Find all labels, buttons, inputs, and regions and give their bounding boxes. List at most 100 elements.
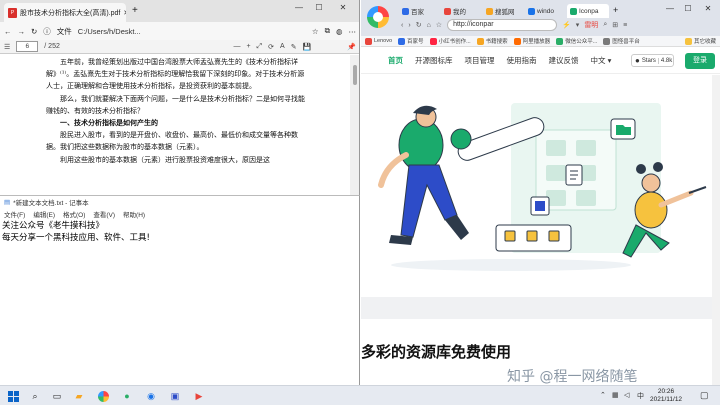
pdf-file-icon: P (8, 7, 17, 18)
app-icon[interactable]: ▣ (168, 389, 182, 403)
maximize-icon[interactable]: ☐ (679, 4, 697, 13)
bookmark-icon (365, 37, 372, 45)
start-button-icon[interactable] (6, 389, 20, 403)
nav-feedback[interactable]: 建议反馈 (549, 55, 579, 66)
draw-icon[interactable]: ✎ (291, 43, 297, 51)
save-icon[interactable]: 💾 (303, 43, 312, 51)
bookmark-item[interactable]: 图怪兽平台 (603, 37, 640, 45)
windows-taskbar: ⌕ ▭ ▰ ● ◉ ▣ ▶ ⌃ ▦ ◁ 中 20:26 2021/11/12 ▢ (0, 385, 720, 405)
contents-icon[interactable]: ☰ (4, 43, 10, 51)
maximize-icon[interactable]: ☐ (310, 3, 328, 12)
menu-edit[interactable]: 编辑(E) (33, 209, 55, 219)
browser-tab[interactable]: windo (525, 4, 565, 18)
favorite-icon[interactable]: ☆ (312, 27, 319, 36)
home-icon[interactable]: ⌂ (427, 22, 431, 29)
menu-format[interactable]: 格式(O) (63, 209, 85, 219)
bookmark-item[interactable]: 其它收藏 (684, 37, 716, 45)
url-field[interactable]: http://iconpar (447, 19, 558, 31)
edge-icon[interactable]: ◉ (144, 389, 158, 403)
login-button[interactable]: 登录 (685, 53, 715, 69)
ime-indicator[interactable]: 中 (637, 391, 644, 401)
bookmark-item[interactable]: 阿里播放器 (513, 37, 551, 45)
browser-logo-icon[interactable] (367, 6, 389, 28)
new-tab-icon[interactable]: + (613, 5, 618, 15)
profile-icon[interactable]: ◍ (336, 27, 343, 36)
forward-icon[interactable]: → (18, 27, 26, 36)
info-icon: ⓘ (43, 26, 51, 36)
page-total: / 252 (44, 43, 60, 50)
back-icon[interactable]: ‹ (401, 22, 403, 29)
file-explorer-icon[interactable]: ▰ (72, 389, 86, 403)
rotate-icon[interactable]: ⟳ (268, 43, 274, 51)
tray-chevron-icon[interactable]: ⌃ (600, 391, 606, 399)
wechat-icon[interactable]: ● (120, 389, 134, 403)
search-hint[interactable]: 雷明 (584, 20, 598, 30)
bookmark-item[interactable]: 微信公众平... (556, 37, 597, 45)
refresh-icon[interactable]: ↻ (31, 27, 37, 36)
bookmark-label: 书籍搜索 (485, 39, 508, 45)
minimize-icon[interactable]: — (290, 3, 308, 12)
notepad-title: *新建文本文档.txt - 记事本 (13, 200, 89, 207)
browser-tab[interactable]: 我的 (441, 4, 481, 18)
tab-close-icon[interactable]: ✕ (123, 9, 126, 17)
collections-icon[interactable]: ⧉ (325, 26, 330, 36)
task-view-icon[interactable]: ▭ (50, 389, 64, 403)
nav-home[interactable]: 首页 (388, 55, 403, 66)
hero-illustration (361, 75, 720, 297)
scroll-thumb[interactable] (353, 65, 357, 85)
bookmark-item[interactable]: 小红书创作... (429, 37, 471, 45)
page-number-input[interactable]: 6 (16, 41, 39, 52)
bookmark-icon (603, 37, 611, 45)
bookmark-item[interactable]: 百家号 (398, 37, 424, 45)
more-icon[interactable]: ⋯ (349, 27, 357, 36)
fit-page-icon[interactable]: ⤢ (257, 43, 263, 51)
bookmark-item[interactable]: 书籍搜索 (476, 37, 508, 45)
browser-tab[interactable]: 百家 (399, 4, 439, 18)
close-icon[interactable]: ✕ (699, 4, 717, 13)
search-icon[interactable]: ⌕ (28, 389, 42, 403)
zoom-in-icon[interactable]: + (246, 43, 250, 50)
browser-taskbar-icon[interactable] (96, 389, 110, 403)
media-player-icon[interactable]: ▶ (192, 389, 206, 403)
new-tab-icon[interactable]: + (132, 5, 138, 16)
menu-file[interactable]: 文件(F) (4, 209, 25, 219)
back-icon[interactable]: ← (4, 27, 12, 36)
tab-label: 百家 (411, 9, 424, 16)
minimize-icon[interactable]: — (661, 4, 679, 13)
notepad-text-area[interactable]: 关注公众号《老牛摸科技》 每天分享一个黑科技应用、软件、工具! (2, 220, 150, 244)
bookmark-label: Lenovo (374, 38, 393, 44)
close-icon[interactable]: ✕ (334, 3, 352, 12)
notepad-icon: ▤ (4, 199, 11, 206)
nav-open-icons[interactable]: 开源图标库 (415, 55, 453, 66)
search-icon[interactable]: ⌕ (603, 21, 607, 29)
address-field[interactable]: C:/Users/h/Deskt... (78, 27, 306, 36)
nav-language[interactable]: 中文 ▾ (591, 55, 612, 66)
extensions-icon[interactable]: ⊞ (612, 21, 618, 29)
read-aloud-icon[interactable]: A (280, 43, 285, 50)
bookmark-item[interactable]: Lenovo (365, 37, 393, 45)
pdf-scrollbar[interactable] (350, 55, 359, 195)
menu-view[interactable]: 查看(V) (93, 209, 115, 219)
menu-icon[interactable]: ≡ (623, 22, 627, 29)
pdf-tab[interactable]: P 股市技术分析指标大全(高清).pdf ✕ (4, 3, 126, 22)
bookmark-label: 阿里播放器 (522, 39, 551, 45)
notification-icon[interactable]: ▢ (700, 390, 709, 401)
browser-tab[interactable]: 搜狐网 (483, 4, 523, 18)
clock[interactable]: 20:26 2021/11/12 (650, 388, 682, 404)
star-icon[interactable]: ☆ (436, 21, 442, 29)
menu-help[interactable]: 帮助(H) (123, 209, 145, 219)
browser-tab-active[interactable]: Iconpa (567, 4, 609, 18)
forward-icon[interactable]: › (408, 22, 410, 29)
dropdown-icon[interactable]: ▾ (576, 21, 580, 29)
volume-icon[interactable]: ◁ (624, 391, 629, 399)
nav-projects[interactable]: 项目管理 (465, 55, 495, 66)
pdf-heading: 一、技术分析指标是如何产生的 (60, 118, 158, 128)
zoom-out-icon[interactable]: — (233, 43, 240, 50)
refresh-icon[interactable]: ↻ (416, 21, 422, 29)
network-icon[interactable]: ▦ (612, 391, 619, 399)
lightning-icon[interactable]: ⚡ (562, 21, 571, 29)
pin-icon[interactable]: 📌 (347, 43, 356, 51)
nav-guide[interactable]: 使用指南 (507, 55, 537, 66)
browser-scrollbar[interactable] (712, 75, 720, 385)
github-stars-badge[interactable]: ● Stars 4.8k (631, 54, 674, 67)
